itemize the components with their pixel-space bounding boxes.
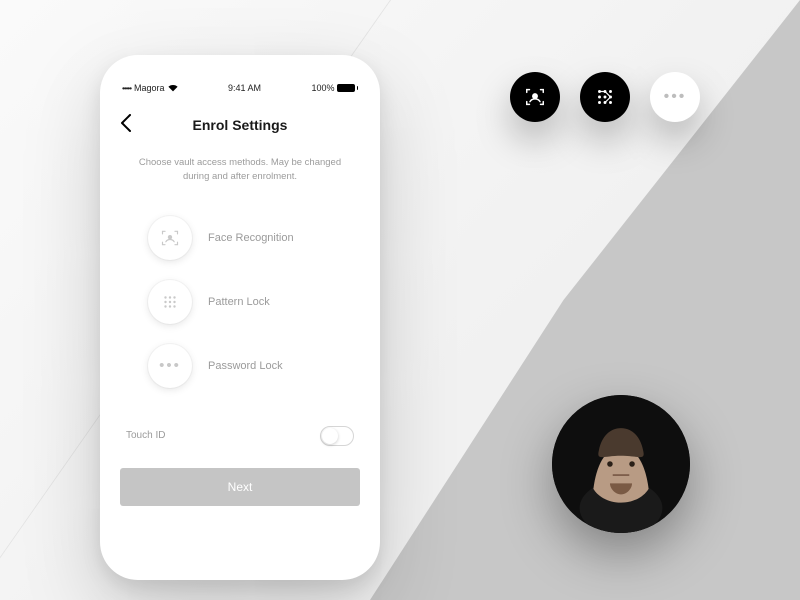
option-face-recognition[interactable]: Face Recognition bbox=[120, 206, 360, 270]
carrier-label: Magora bbox=[134, 83, 165, 93]
pattern-lock-icon bbox=[594, 86, 616, 108]
option-pattern-lock[interactable]: Pattern Lock bbox=[120, 270, 360, 334]
face-recognition-icon bbox=[524, 86, 546, 108]
status-bar: ••••• Magora 9:41 AM 100% bbox=[122, 83, 358, 93]
wifi-icon bbox=[168, 84, 178, 92]
pill-password-lock[interactable]: ••• bbox=[650, 72, 700, 122]
option-label: Password Lock bbox=[208, 360, 283, 372]
nav-header: Enrol Settings bbox=[120, 110, 360, 140]
page-title: Enrol Settings bbox=[193, 117, 288, 133]
option-label: Pattern Lock bbox=[208, 296, 270, 308]
touch-id-toggle[interactable] bbox=[320, 426, 354, 446]
avatar-illustration bbox=[552, 395, 690, 533]
battery-percent: 100% bbox=[311, 83, 334, 93]
phone-mockup: ••••• Magora 9:41 AM 100% Enrol Settings… bbox=[100, 55, 380, 580]
option-password-lock[interactable]: ••• Password Lock bbox=[120, 334, 360, 398]
pill-face-recognition[interactable] bbox=[510, 72, 560, 122]
toggle-knob bbox=[322, 428, 338, 444]
option-label: Face Recognition bbox=[208, 232, 294, 244]
battery-icon bbox=[337, 84, 355, 92]
dots-icon: ••• bbox=[664, 88, 687, 106]
signal-dots-icon: ••••• bbox=[122, 84, 131, 93]
face-recognition-icon bbox=[160, 228, 180, 248]
next-button[interactable]: Next bbox=[120, 468, 360, 506]
avatar bbox=[552, 395, 690, 533]
pattern-lock-icon bbox=[161, 293, 179, 311]
option-icon-wrap bbox=[148, 216, 192, 260]
feature-pills: ••• bbox=[510, 72, 700, 122]
option-icon-wrap bbox=[148, 280, 192, 324]
clock: 9:41 AM bbox=[228, 83, 261, 93]
dots-icon: ••• bbox=[159, 357, 181, 374]
intro-text: Choose vault access methods. May be chan… bbox=[120, 156, 360, 206]
touch-id-label: Touch ID bbox=[126, 430, 165, 441]
chevron-left-icon bbox=[120, 114, 132, 132]
back-button[interactable] bbox=[120, 114, 132, 132]
pill-pattern-lock[interactable] bbox=[580, 72, 630, 122]
option-icon-wrap: ••• bbox=[148, 344, 192, 388]
touch-id-row: Touch ID bbox=[120, 398, 360, 464]
